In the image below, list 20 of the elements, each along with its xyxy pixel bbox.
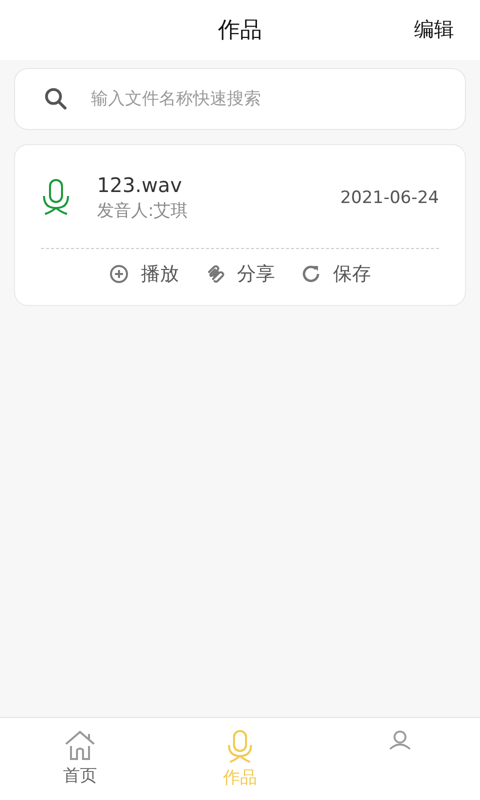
- microphone-icon: [41, 178, 71, 218]
- play-button[interactable]: 播放: [109, 259, 179, 289]
- speaker-name: 发音人:艾琪: [97, 200, 189, 222]
- search-bar[interactable]: 输入文件名称快速搜索: [14, 68, 466, 130]
- search-icon: [43, 86, 69, 112]
- save-button[interactable]: 保存: [301, 259, 371, 289]
- edit-button[interactable]: 编辑: [414, 16, 454, 43]
- house-icon: [63, 730, 97, 762]
- refresh-icon: [301, 264, 321, 284]
- person-icon: [388, 730, 412, 750]
- share-button[interactable]: 分享: [205, 259, 275, 289]
- plus-circle-icon: [109, 264, 129, 284]
- search-field[interactable]: 输入文件名称快速搜索: [89, 88, 465, 110]
- page-title: 作品: [218, 17, 262, 45]
- home-tab[interactable]: 首页: [0, 718, 160, 800]
- file-date: 2021-06-24: [340, 188, 439, 208]
- microphone-icon: [226, 730, 254, 764]
- work-card[interactable]: 123.wav 发音人:艾琪 2021-06-24 播放 分享 保存: [14, 144, 466, 306]
- file-name: 123.wav: [97, 173, 183, 197]
- link-icon: [205, 264, 225, 284]
